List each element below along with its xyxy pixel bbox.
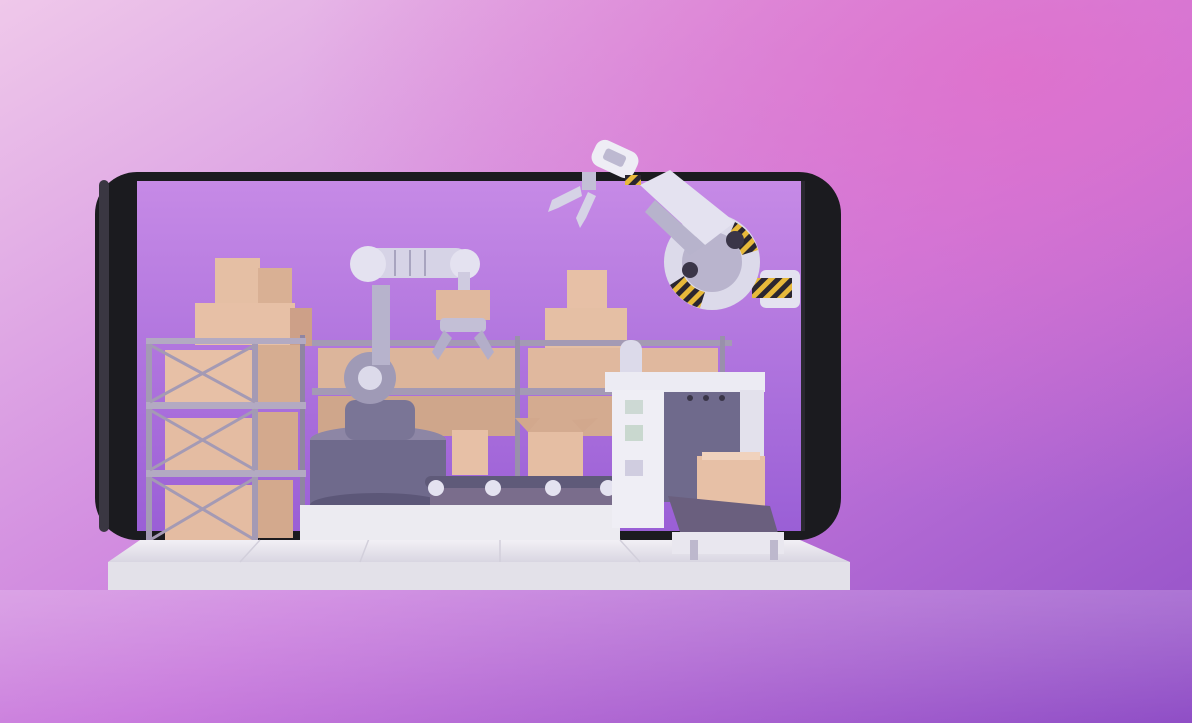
box: [528, 396, 618, 436]
shelf-board: [146, 338, 306, 344]
floor-reflection: [0, 590, 1192, 723]
box-top: [702, 452, 760, 460]
box: [253, 480, 293, 538]
conveyor-leg: [770, 540, 778, 560]
machine-panel: [625, 400, 643, 414]
conveyor-roller: [545, 480, 561, 496]
held-box: [436, 290, 490, 320]
conveyor-frame-right: [672, 532, 784, 554]
shelf-board: [146, 470, 306, 477]
robot-gripper: [440, 318, 486, 332]
phone-side-light: [99, 180, 109, 532]
arm-bolt: [682, 262, 698, 278]
box: [215, 258, 260, 304]
arm-hazard-band: [752, 278, 792, 298]
machine-light: [687, 395, 693, 401]
shelf-board: [146, 402, 306, 409]
open-box: [528, 432, 583, 477]
arm-bolt: [726, 231, 744, 249]
conveyor-leg: [690, 540, 698, 560]
machine-top: [605, 372, 765, 392]
machine-panel: [625, 460, 643, 476]
machine-panel: [625, 425, 643, 441]
shelf-post: [515, 336, 520, 496]
shelf-post: [300, 335, 305, 525]
box: [452, 430, 488, 475]
warehouse-illustration: [0, 0, 1192, 723]
box: [258, 268, 292, 304]
robot-base: [345, 400, 415, 440]
machine-light: [719, 395, 725, 401]
box: [253, 412, 298, 472]
floor-back: [300, 505, 620, 540]
robot-joint-cap: [358, 366, 382, 390]
robot-shoulder: [350, 246, 386, 282]
box: [255, 345, 300, 405]
robot-upper-arm: [372, 285, 390, 365]
conveyor-roller: [485, 480, 501, 496]
arm-hazard-small: [625, 175, 641, 185]
shelf-post: [146, 338, 152, 543]
arm-wrist: [582, 172, 596, 190]
box: [567, 270, 607, 308]
machine-light: [703, 395, 709, 401]
conveyor-roller: [428, 480, 444, 496]
conveyor-belt: [425, 476, 617, 488]
phone-screen-edge-right: [801, 181, 805, 531]
floor-front: [108, 562, 850, 590]
shelf-post: [252, 338, 258, 543]
